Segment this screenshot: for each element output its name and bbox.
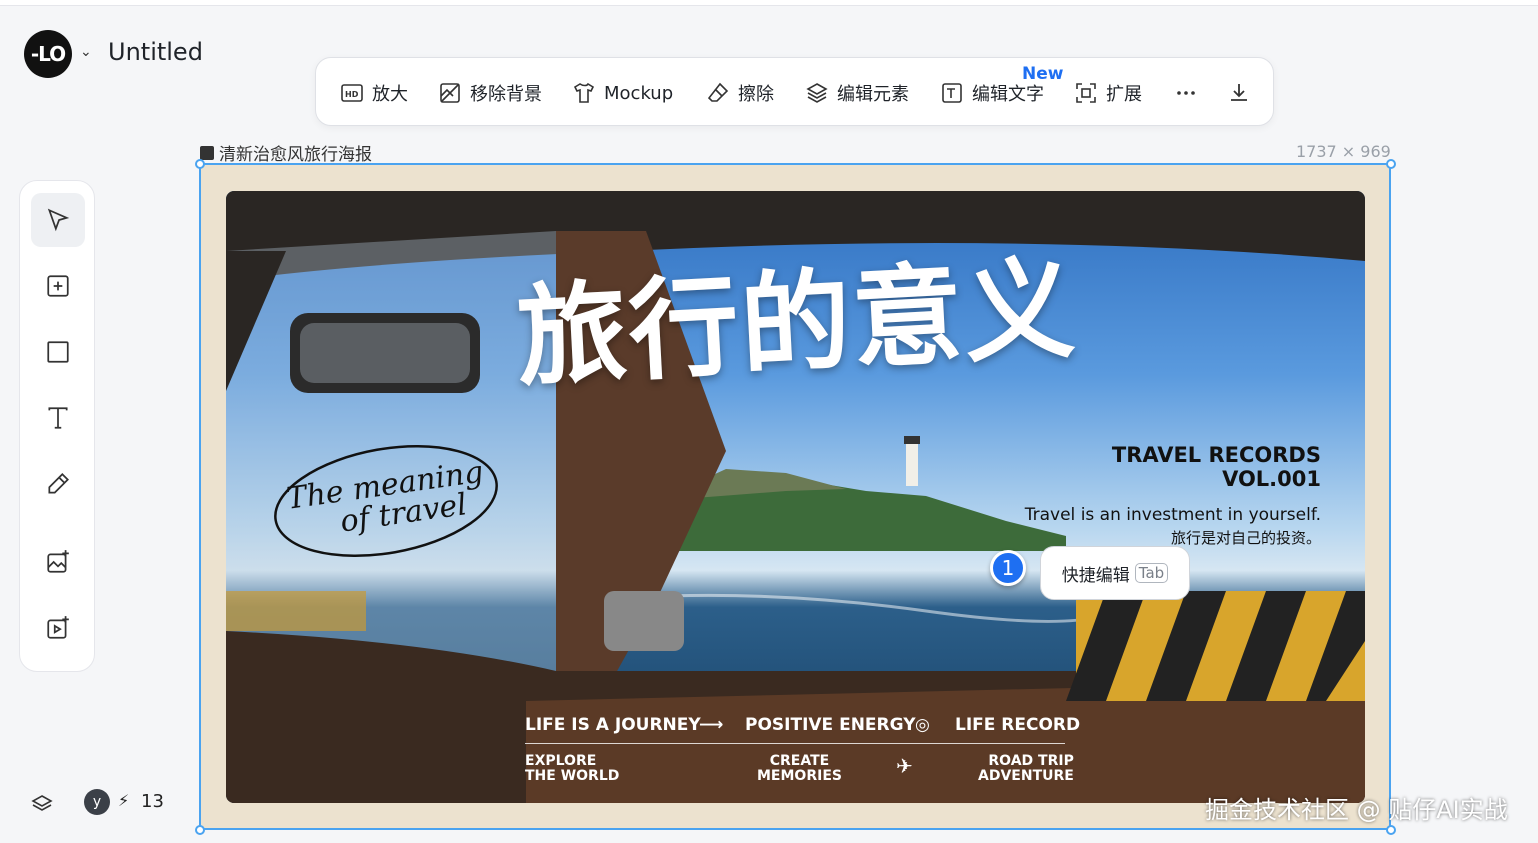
add-frame-icon — [47, 275, 69, 297]
resize-handle-top-right[interactable] — [1386, 159, 1396, 169]
ribbon-item-1: LIFE IS A JOURNEY — [525, 715, 701, 735]
pointer-icon — [47, 208, 70, 232]
mockup-label: Mockup — [604, 82, 674, 104]
bolt-icon: ⚡ — [118, 791, 130, 810]
avatar[interactable]: y — [84, 789, 110, 815]
download-icon — [1231, 84, 1247, 101]
expand-label: 扩展 — [1106, 84, 1142, 105]
chevron-down-icon[interactable]: ⌄ — [80, 44, 92, 60]
expand-button[interactable]: 扩展 — [1074, 78, 1142, 108]
edit-elements-label: 编辑元素 — [837, 84, 909, 105]
subtitle-road-trip: ROAD TRIP ADVENTURE — [978, 754, 1074, 784]
image-toolbar: HD 放大 移除背景 Mockup 擦除 编辑元素 编辑文字 New 扩展 — [315, 57, 1274, 126]
quick-edit-label: 快捷编辑 — [1061, 565, 1130, 586]
tagline-cn: 旅行是对自己的投资。 — [1170, 529, 1321, 547]
image-icon — [200, 145, 214, 160]
upscale-button[interactable]: HD 放大 — [340, 78, 408, 108]
new-badge: New — [1022, 64, 1064, 84]
text-tool[interactable] — [31, 391, 85, 445]
image-generate-icon — [47, 550, 69, 573]
svg-text:HD: HD — [345, 90, 359, 99]
remove-background-button[interactable]: 移除背景 — [438, 78, 542, 108]
eraser-icon — [707, 82, 729, 102]
tagline-en: Travel is an investment in yourself. — [1024, 505, 1321, 525]
more-button[interactable] — [1174, 78, 1206, 108]
video-generate-icon — [47, 616, 69, 639]
mockup-button[interactable]: Mockup — [572, 78, 673, 108]
ribbon-item-2: POSITIVE ENERGY — [745, 715, 916, 735]
download-button[interactable] — [1227, 78, 1259, 108]
poster-photo[interactable]: 旅行的意义 The meaning of travel TRAVEL RECOR… — [226, 191, 1365, 803]
hd-icon: HD — [341, 84, 363, 102]
sub-3b: ADVENTURE — [978, 768, 1074, 784]
quick-edit-pin[interactable]: 1 — [990, 550, 1026, 586]
sub-1b: THE WORLD — [525, 768, 620, 784]
erase-button[interactable]: 擦除 — [706, 78, 774, 108]
credits-count: 13 — [141, 791, 164, 812]
select-tool[interactable] — [31, 193, 85, 247]
remove-background-label: 移除背景 — [470, 84, 542, 105]
resize-handle-bottom-left[interactable] — [195, 825, 205, 835]
top-border — [0, 0, 1538, 6]
erase-label: 擦除 — [738, 84, 774, 105]
layers-icon[interactable] — [30, 792, 54, 816]
travel-records-block: TRAVEL RECORDS VOL.001 Travel is an inve… — [1025, 443, 1321, 548]
pen-tool[interactable] — [31, 457, 85, 511]
records-line-2: VOL.001 — [1222, 467, 1321, 491]
rectangle-icon — [47, 341, 69, 363]
video-generate-tool[interactable] — [31, 601, 85, 655]
rectangle-tool[interactable] — [31, 325, 85, 379]
image-name: 清新治愈风旅行海报 — [219, 145, 372, 165]
sub-3a: ROAD TRIP — [988, 753, 1074, 769]
app-logo[interactable]: -LO — [24, 30, 72, 78]
poster-title: 旅行的意义 — [513, 243, 1080, 402]
pen-icon — [48, 473, 69, 494]
tab-key-hint: Tab — [1134, 563, 1169, 583]
sub-2a: CREATE — [769, 753, 830, 769]
subtitle-create: CREATE MEMORIES — [757, 754, 842, 784]
more-dots-icon — [1177, 91, 1195, 95]
image-name-label[interactable]: 清新治愈风旅行海报 — [200, 140, 372, 165]
ribbon-divider — [525, 743, 1065, 744]
resize-handle-top-left[interactable] — [195, 159, 205, 169]
image-generate-tool[interactable] — [31, 535, 85, 589]
quick-edit-button[interactable]: 快捷编辑 Tab — [1040, 546, 1190, 600]
remove-background-icon — [440, 83, 460, 103]
edit-elements-button[interactable]: 编辑元素 — [805, 78, 909, 108]
tshirt-icon — [573, 82, 595, 103]
arrow-right-icon: ⟶ — [699, 715, 724, 735]
plane-icon: ✈ — [896, 754, 913, 778]
sub-2b: MEMORIES — [757, 768, 842, 784]
upscale-label: 放大 — [372, 84, 408, 105]
ribbon-item-3: LIFE RECORD — [955, 715, 1081, 735]
layers-stack-icon — [806, 83, 828, 103]
records-line-1: TRAVEL RECORDS — [1111, 443, 1321, 467]
text-icon — [48, 407, 68, 429]
add-frame-tool[interactable] — [31, 259, 85, 313]
document-title[interactable]: Untitled — [108, 38, 203, 66]
resize-handle-bottom-right[interactable] — [1386, 825, 1396, 835]
watermark: 掘金技术社区 @ 贴仔AI实战 — [1205, 796, 1508, 824]
sub-1a: EXPLORE — [525, 753, 597, 769]
expand-icon — [1076, 83, 1096, 103]
subtitle-explore: EXPLORE THE WORLD — [525, 754, 619, 784]
text-edit-icon — [942, 83, 962, 103]
tool-rail — [19, 180, 95, 672]
image-dimensions: 1737 × 969 — [1296, 142, 1391, 161]
compass-icon: ◎ — [915, 715, 930, 735]
